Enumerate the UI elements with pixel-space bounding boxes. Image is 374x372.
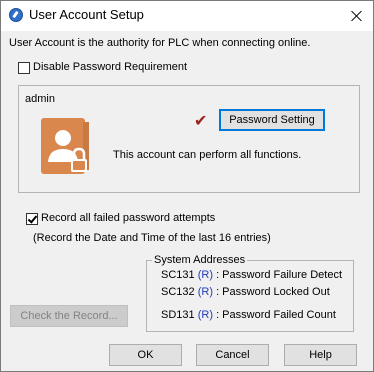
close-icon[interactable] [341, 1, 373, 31]
check-record-button[interactable]: Check the Record... [10, 305, 128, 327]
window-title: User Account Setup [29, 7, 144, 22]
dialog-description: User Account is the authority for PLC wh… [9, 37, 311, 49]
record-failed-checkbox[interactable] [26, 213, 38, 225]
password-setting-button[interactable]: Password Setting [219, 109, 325, 131]
address-description: : Password Locked Out [216, 286, 330, 298]
permission-text: This account can perform all functions. [113, 149, 302, 161]
user-account-setup-dialog: User Account Setup User Account is the a… [0, 0, 374, 372]
system-addresses-legend: System Addresses [152, 254, 248, 266]
address-description: : Password Failure Detect [216, 269, 342, 281]
access-mode: R [201, 286, 210, 298]
address-description: : Password Failed Count [216, 309, 336, 321]
address-code: SC132 [161, 286, 195, 298]
system-address-row: SC131 (R) : Password Failure Detect [161, 269, 342, 281]
help-button[interactable]: Help [284, 344, 357, 366]
system-address-row: SC132 (R) : Password Locked Out [161, 286, 330, 298]
access-mode: R [201, 269, 210, 281]
ok-button[interactable]: OK [109, 344, 182, 366]
system-address-row: SD131 (R) : Password Failed Count [161, 309, 336, 321]
disable-password-checkbox[interactable] [18, 62, 30, 74]
cancel-button[interactable]: Cancel [196, 344, 269, 366]
title-bar: User Account Setup [1, 1, 373, 31]
record-failed-label: Record all failed password attempts [41, 212, 216, 224]
user-lock-icon [41, 118, 89, 174]
record-note: (Record the Date and Time of the last 16… [33, 232, 271, 244]
checkmark-icon: ✔ [194, 113, 208, 130]
app-icon [9, 8, 23, 22]
address-code: SC131 [161, 269, 195, 281]
disable-password-label: Disable Password Requirement [33, 61, 188, 73]
access-mode: R [201, 309, 210, 321]
address-code: SD131 [161, 309, 195, 321]
account-name: admin [25, 93, 55, 105]
